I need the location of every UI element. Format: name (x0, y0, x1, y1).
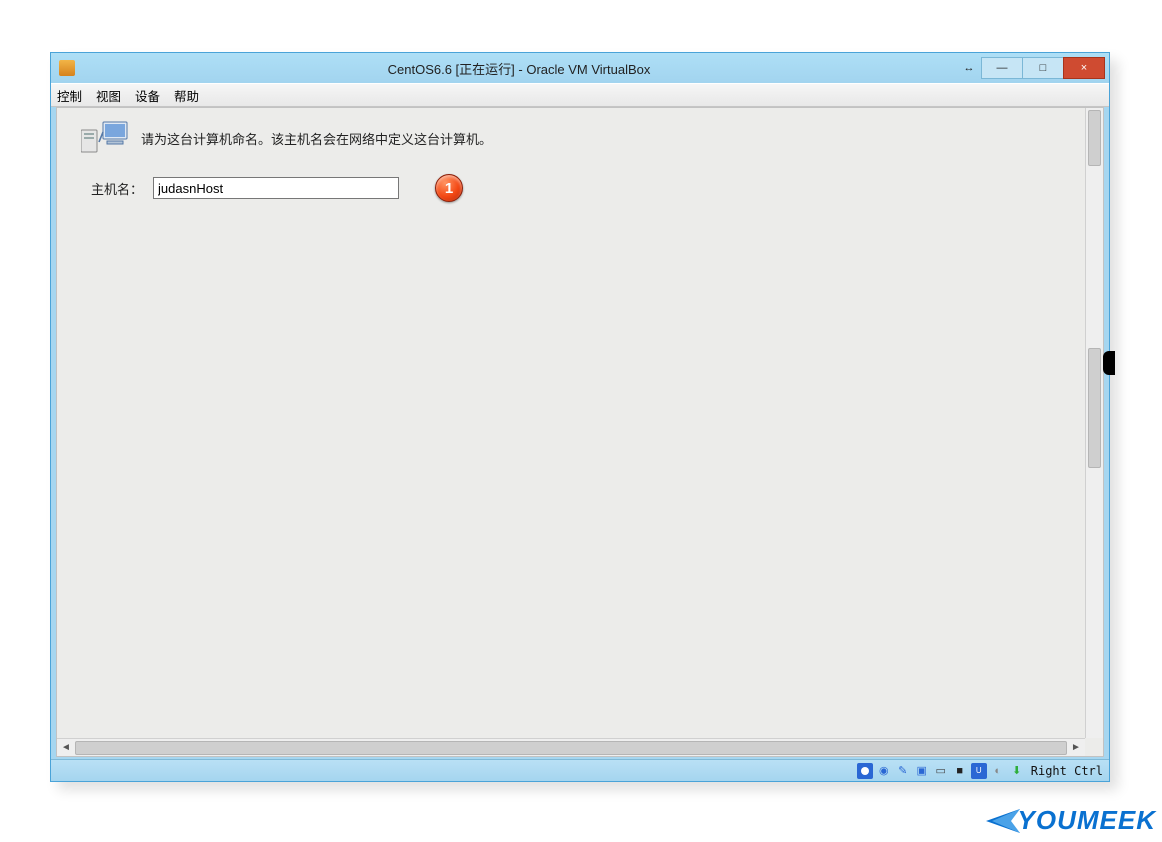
mouse-integration-icon[interactable]: ◐ (990, 763, 1006, 779)
virtualbox-window: CentOS6.6 [正在运行] - Oracle VM VirtualBox … (50, 52, 1110, 782)
menu-control[interactable]: 控制 (57, 86, 82, 105)
cpu-icon[interactable]: U (971, 763, 987, 779)
statusbar: ◉ ✎ ▣ ▭ ■ U ◐ ⬇ Right Ctrl (51, 759, 1109, 781)
computer-network-icon (81, 120, 129, 156)
menu-devices[interactable]: 设备 (135, 86, 160, 105)
annotation-callout-1: 1 (435, 174, 463, 202)
titlebar[interactable]: CentOS6.6 [正在运行] - Oracle VM VirtualBox … (51, 53, 1109, 83)
menu-view[interactable]: 视图 (96, 86, 121, 105)
window-buttons: ↔ — □ × (957, 57, 1105, 79)
guest-viewport: 请为这台计算机命名。该主机名会在网络中定义这台计算机。 主机名： 1 ◄ ► (56, 107, 1104, 757)
maximize-button[interactable]: □ (1022, 57, 1064, 79)
hostname-input[interactable] (153, 177, 399, 199)
window-title: CentOS6.6 [正在运行] - Oracle VM VirtualBox (81, 59, 957, 78)
host-key-label: Right Ctrl (1031, 764, 1103, 778)
virtualbox-app-icon (59, 60, 75, 76)
close-button[interactable]: × (1063, 57, 1105, 79)
recording-icon[interactable]: ■ (952, 763, 968, 779)
scrollbar-thumb[interactable] (75, 741, 1067, 755)
installer-page: 请为这台计算机命名。该主机名会在网络中定义这台计算机。 主机名： 1 (57, 108, 1103, 202)
scrollbar-thumb[interactable] (1088, 348, 1101, 468)
display-icon[interactable]: ▭ (933, 763, 949, 779)
window-edge-grip[interactable] (1103, 351, 1115, 375)
watermark: YOUMEEK (978, 805, 1156, 836)
horizontal-scrollbar[interactable]: ◄ ► (57, 738, 1085, 756)
scroll-right-arrow-icon[interactable]: ► (1067, 742, 1085, 753)
shared-folder-icon[interactable]: ▣ (914, 763, 930, 779)
menubar: 控制 视图 设备 帮助 (51, 83, 1109, 107)
scroll-left-arrow-icon[interactable]: ◄ (57, 742, 75, 753)
optical-disk-icon[interactable]: ◉ (876, 763, 892, 779)
minimize-button[interactable]: — (981, 57, 1023, 79)
resize-handle-icon[interactable]: ↔ (956, 57, 982, 79)
usb-icon[interactable]: ✎ (895, 763, 911, 779)
instruction-text: 请为这台计算机命名。该主机名会在网络中定义这台计算机。 (141, 129, 492, 148)
vertical-scrollbar[interactable] (1085, 108, 1103, 738)
hostname-label: 主机名： (91, 179, 143, 198)
keyboard-capture-icon[interactable]: ⬇ (1009, 763, 1025, 779)
watermark-text: YOUMEEK (1018, 805, 1156, 836)
menu-help[interactable]: 帮助 (174, 86, 199, 105)
scrollbar-thumb[interactable] (1088, 110, 1101, 166)
hard-disk-icon[interactable] (857, 763, 873, 779)
